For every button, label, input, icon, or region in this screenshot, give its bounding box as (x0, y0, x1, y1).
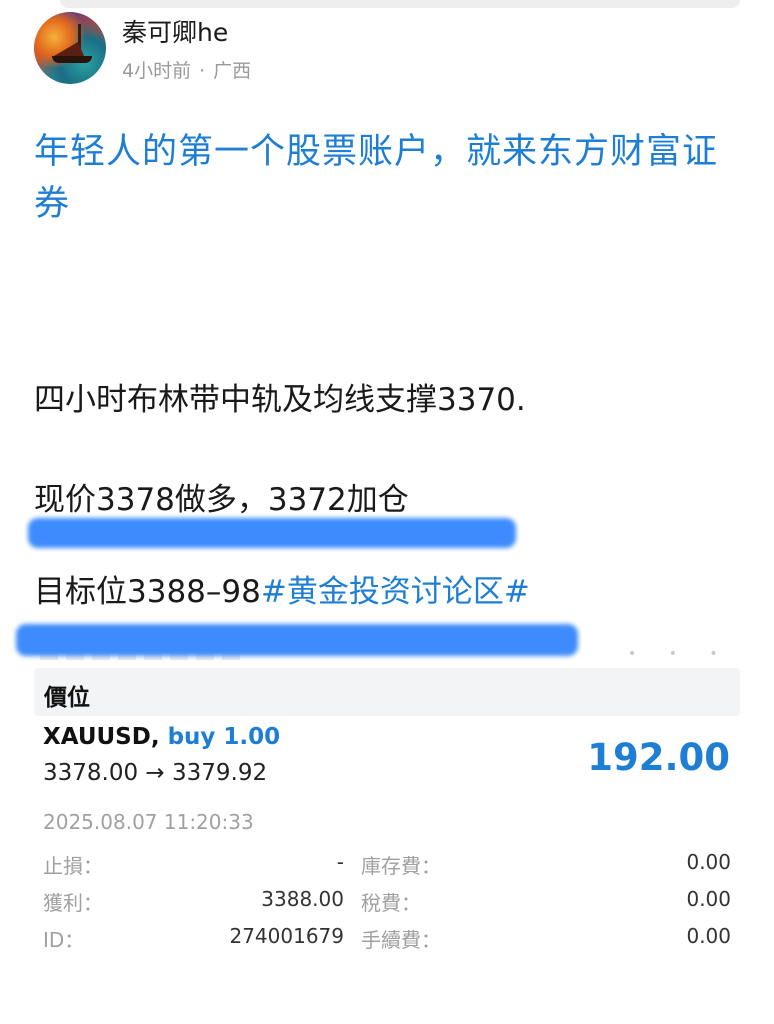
post-body-line-1: 四小时布林带中轨及均线支撑3370. (34, 382, 526, 418)
section-title: 價位 (44, 685, 90, 711)
trade-side: buy 1.00 (167, 724, 281, 750)
post-meta: 4小时前 · 广西 (122, 56, 251, 83)
trade-symbol-row: XAUUSD, buy 1.00 (43, 724, 280, 750)
redaction-bar (16, 624, 578, 656)
stop-loss-label: 止損： (43, 854, 103, 878)
avatar-art-sail (54, 42, 84, 56)
redaction-bar (28, 518, 516, 548)
swap-label: 庫存費： (361, 854, 441, 878)
hashtag-link[interactable]: #黄金投资讨论区# (261, 574, 530, 610)
promo-headline-link[interactable]: 年轻人的第一个股票账户，就来东方财富证券 (34, 126, 749, 230)
trade-timestamp: 2025.08.07 11:20:33 (43, 810, 254, 834)
post-time: 4小时前 (122, 60, 192, 82)
avatar[interactable] (34, 12, 106, 84)
tax-label: 稅費： (361, 891, 421, 915)
trade-price-change: 3378.00 → 3379.92 (43, 760, 268, 786)
tax-value: 0.00 (686, 887, 731, 911)
post-location: 广西 (213, 60, 252, 82)
take-profit-label: 獲利： (43, 891, 103, 915)
order-id-value: 274001679 (229, 924, 344, 948)
top-bar-edge (60, 0, 740, 8)
meta-separator: · (199, 60, 206, 82)
commission-value: 0.00 (686, 924, 731, 948)
trade-symbol: XAUUSD, (43, 724, 160, 750)
stop-loss-value: - (336, 850, 344, 874)
obscured-dots: • • • (628, 646, 732, 662)
commission-label: 手續費： (361, 928, 441, 952)
trade-section-header: 價位 (34, 668, 740, 716)
post-body-line-3: 目标位3388–98#黄金投资讨论区# (34, 566, 530, 611)
trade-profit: 192.00 (587, 736, 730, 779)
post-body-line-2: 现价3378做多，3372加仓 (34, 482, 409, 518)
order-id-label: ID： (43, 928, 85, 952)
target-text: 目标位3388–98 (34, 574, 261, 610)
avatar-art-boat (52, 56, 92, 63)
swap-value: 0.00 (686, 850, 731, 874)
take-profit-value: 3388.00 (261, 887, 344, 911)
author-name[interactable]: 秦可卿he (122, 13, 228, 49)
